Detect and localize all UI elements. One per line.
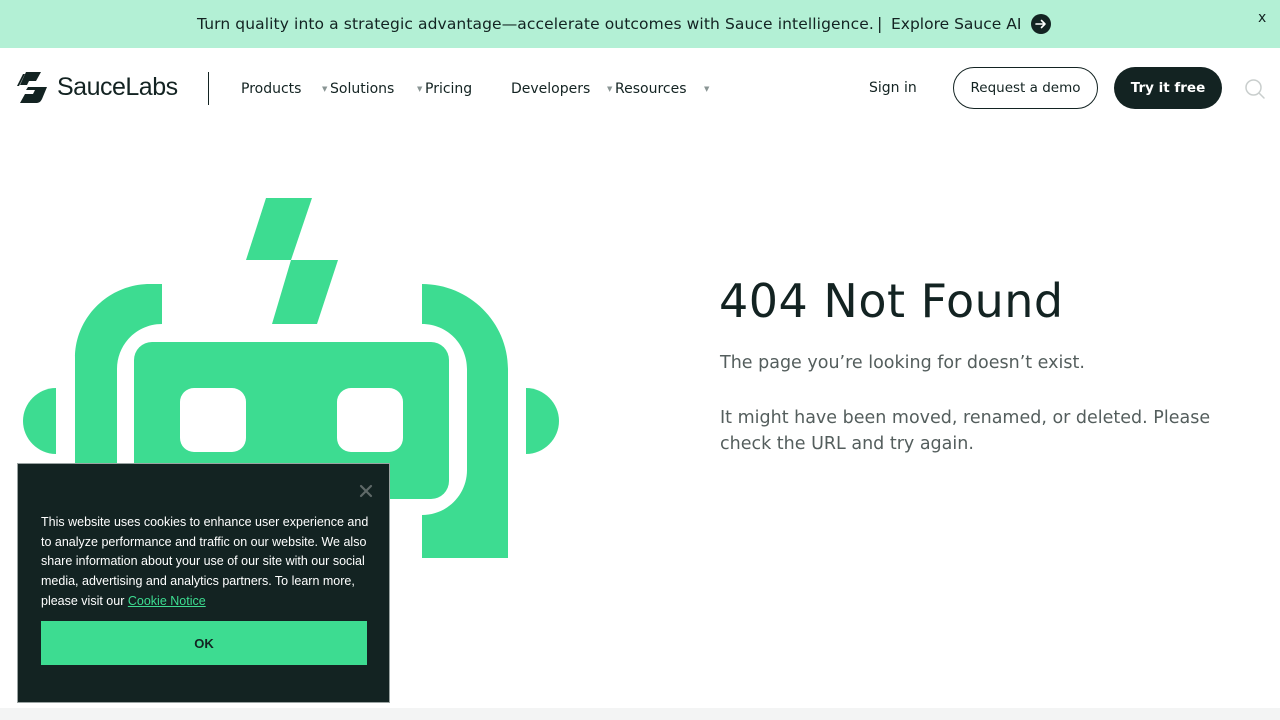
- banner-close-button[interactable]: x: [1258, 10, 1266, 26]
- arrow-right-icon[interactable]: [1031, 14, 1051, 34]
- banner-text: Turn quality into a strategic advantage—…: [197, 15, 874, 33]
- announcement-banner: Turn quality into a strategic advantage—…: [0, 0, 1280, 48]
- request-demo-button[interactable]: Request a demo: [953, 67, 1098, 109]
- sauce-labs-logo[interactable]: SauceLabs: [17, 72, 178, 103]
- cookie-consent-banner: This website uses cookies to enhance use…: [17, 463, 390, 703]
- nav-developers[interactable]: Developers: [511, 81, 590, 97]
- not-found-hint: It might have been moved, renamed, or de…: [720, 408, 1211, 454]
- try-it-free-button[interactable]: Try it free: [1114, 67, 1222, 109]
- chevron-down-icon: ▼: [607, 85, 613, 93]
- nav-products[interactable]: Products: [241, 81, 301, 97]
- nav-resources[interactable]: Resources: [615, 81, 687, 97]
- cookie-ok-button[interactable]: OK: [41, 621, 367, 665]
- sign-in-link[interactable]: Sign in: [869, 80, 917, 96]
- site-header: SauceLabs Products ▼ Solutions ▼ Pricing…: [0, 48, 1280, 130]
- nav-pricing[interactable]: Pricing: [425, 81, 472, 97]
- banner-separator: |: [877, 14, 883, 33]
- cookie-notice-link[interactable]: Cookie Notice: [128, 594, 206, 608]
- page-title: 404 Not Found: [719, 274, 1064, 328]
- cookie-text: This website uses cookies to enhance use…: [41, 513, 371, 612]
- close-icon[interactable]: [358, 483, 374, 499]
- search-icon[interactable]: [1244, 78, 1266, 100]
- chevron-down-icon: ▼: [322, 85, 328, 93]
- chevron-down-icon: ▼: [704, 85, 710, 93]
- not-found-message: The page you’re looking for doesn’t exis…: [720, 353, 1085, 373]
- nav-solutions[interactable]: Solutions: [330, 81, 394, 97]
- chevron-down-icon: ▼: [417, 85, 423, 93]
- logo-text-labs: Labs: [125, 73, 178, 101]
- logo-text-sauce: Sauce: [57, 73, 126, 101]
- page-footer-edge: [0, 708, 1280, 720]
- explore-sauce-ai-link[interactable]: Explore Sauce AI: [891, 15, 1021, 33]
- logo-divider: [208, 72, 209, 105]
- sauce-logo-icon: [17, 72, 47, 103]
